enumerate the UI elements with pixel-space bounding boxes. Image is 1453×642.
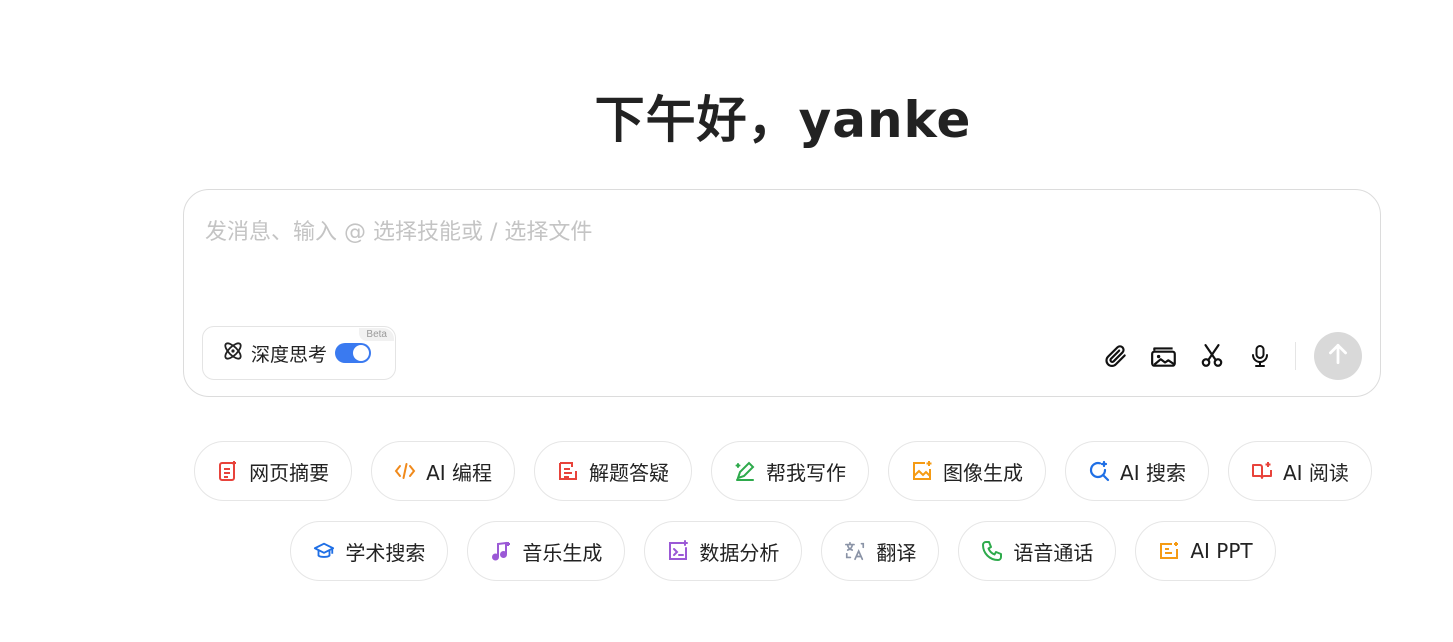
scissors-icon[interactable] [1197, 341, 1227, 371]
skill-chip-ai-coding[interactable]: AI 编程 [371, 441, 516, 501]
chip-label: 翻译 [876, 540, 917, 565]
chip-label: AI 阅读 [1282, 460, 1349, 485]
skill-chip-writing[interactable]: 帮我写作 [711, 441, 870, 501]
skill-chip-ai-reading[interactable]: AI 阅读 [1227, 441, 1372, 501]
skill-chip-voice-call[interactable]: 语音通话 [958, 521, 1117, 581]
book-icon [1251, 460, 1273, 482]
chip-label: 数据分析 [699, 540, 780, 565]
skill-chip-web-summary[interactable]: 网页摘要 [194, 441, 353, 501]
chip-label: 网页摘要 [249, 460, 330, 485]
ppt-icon [1158, 540, 1180, 562]
skill-chip-academic-search[interactable]: 学术搜索 [290, 521, 449, 581]
skill-chip-music-gen[interactable]: 音乐生成 [467, 521, 626, 581]
microphone-icon[interactable] [1245, 341, 1275, 371]
chip-label: AI PPT [1190, 539, 1253, 563]
beta-badge: Beta [359, 328, 394, 341]
paperclip-icon[interactable] [1101, 341, 1131, 371]
skills-row-2: 学术搜索 音乐生成 数据分析 翻译 语音通话 AI PPT [0, 521, 1453, 581]
image-icon[interactable] [1149, 341, 1179, 371]
send-button[interactable] [1314, 332, 1362, 380]
home-page: 下午好，yanke 深度思考 Beta [0, 0, 1453, 642]
search-icon [1088, 460, 1110, 482]
deep-think-toggle-group[interactable]: 深度思考 Beta [202, 326, 396, 380]
skill-chip-image-gen[interactable]: 图像生成 [888, 441, 1047, 501]
chip-label: 音乐生成 [522, 540, 603, 565]
atom-icon [221, 339, 245, 368]
chip-label: 语音通话 [1013, 540, 1094, 565]
translate-icon [844, 540, 866, 562]
deep-think-label: 深度思考 [251, 343, 328, 366]
message-input[interactable] [205, 220, 1305, 245]
greeting-title: 下午好，yanke [594, 91, 972, 149]
music-icon [490, 540, 512, 562]
skill-chip-solve[interactable]: 解题答疑 [534, 441, 693, 501]
message-composer[interactable]: 深度思考 Beta [183, 189, 1381, 397]
composer-toolbar [1083, 332, 1362, 380]
skill-chip-ai-ppt[interactable]: AI PPT [1135, 521, 1276, 581]
chip-label: 解题答疑 [589, 460, 670, 485]
chip-label: 学术搜索 [345, 540, 426, 565]
skill-chip-translate[interactable]: 翻译 [821, 521, 940, 581]
pen-icon [734, 460, 756, 482]
chip-label: 帮我写作 [766, 460, 847, 485]
switch-knob [353, 345, 370, 361]
graduation-cap-icon [313, 540, 335, 562]
solve-icon [557, 460, 579, 482]
phone-icon [981, 540, 1003, 562]
arrow-up-icon [1325, 341, 1351, 372]
toolbar-divider [1295, 342, 1296, 370]
chip-label: 图像生成 [943, 460, 1024, 485]
image-gen-icon [911, 460, 933, 482]
skill-chip-data-analysis[interactable]: 数据分析 [644, 521, 803, 581]
deep-think-switch[interactable] [335, 343, 372, 363]
chip-label: AI 搜索 [1120, 460, 1186, 485]
web-summary-icon [217, 460, 239, 482]
skill-chip-ai-search[interactable]: AI 搜索 [1065, 441, 1209, 501]
terminal-icon [667, 540, 689, 562]
code-icon [394, 460, 416, 482]
chip-label: AI 编程 [426, 460, 493, 485]
skills-row-1: 网页摘要 AI 编程 解题答疑 帮我写作 图像生成 AI 搜索 AI 阅读 [0, 441, 1453, 501]
